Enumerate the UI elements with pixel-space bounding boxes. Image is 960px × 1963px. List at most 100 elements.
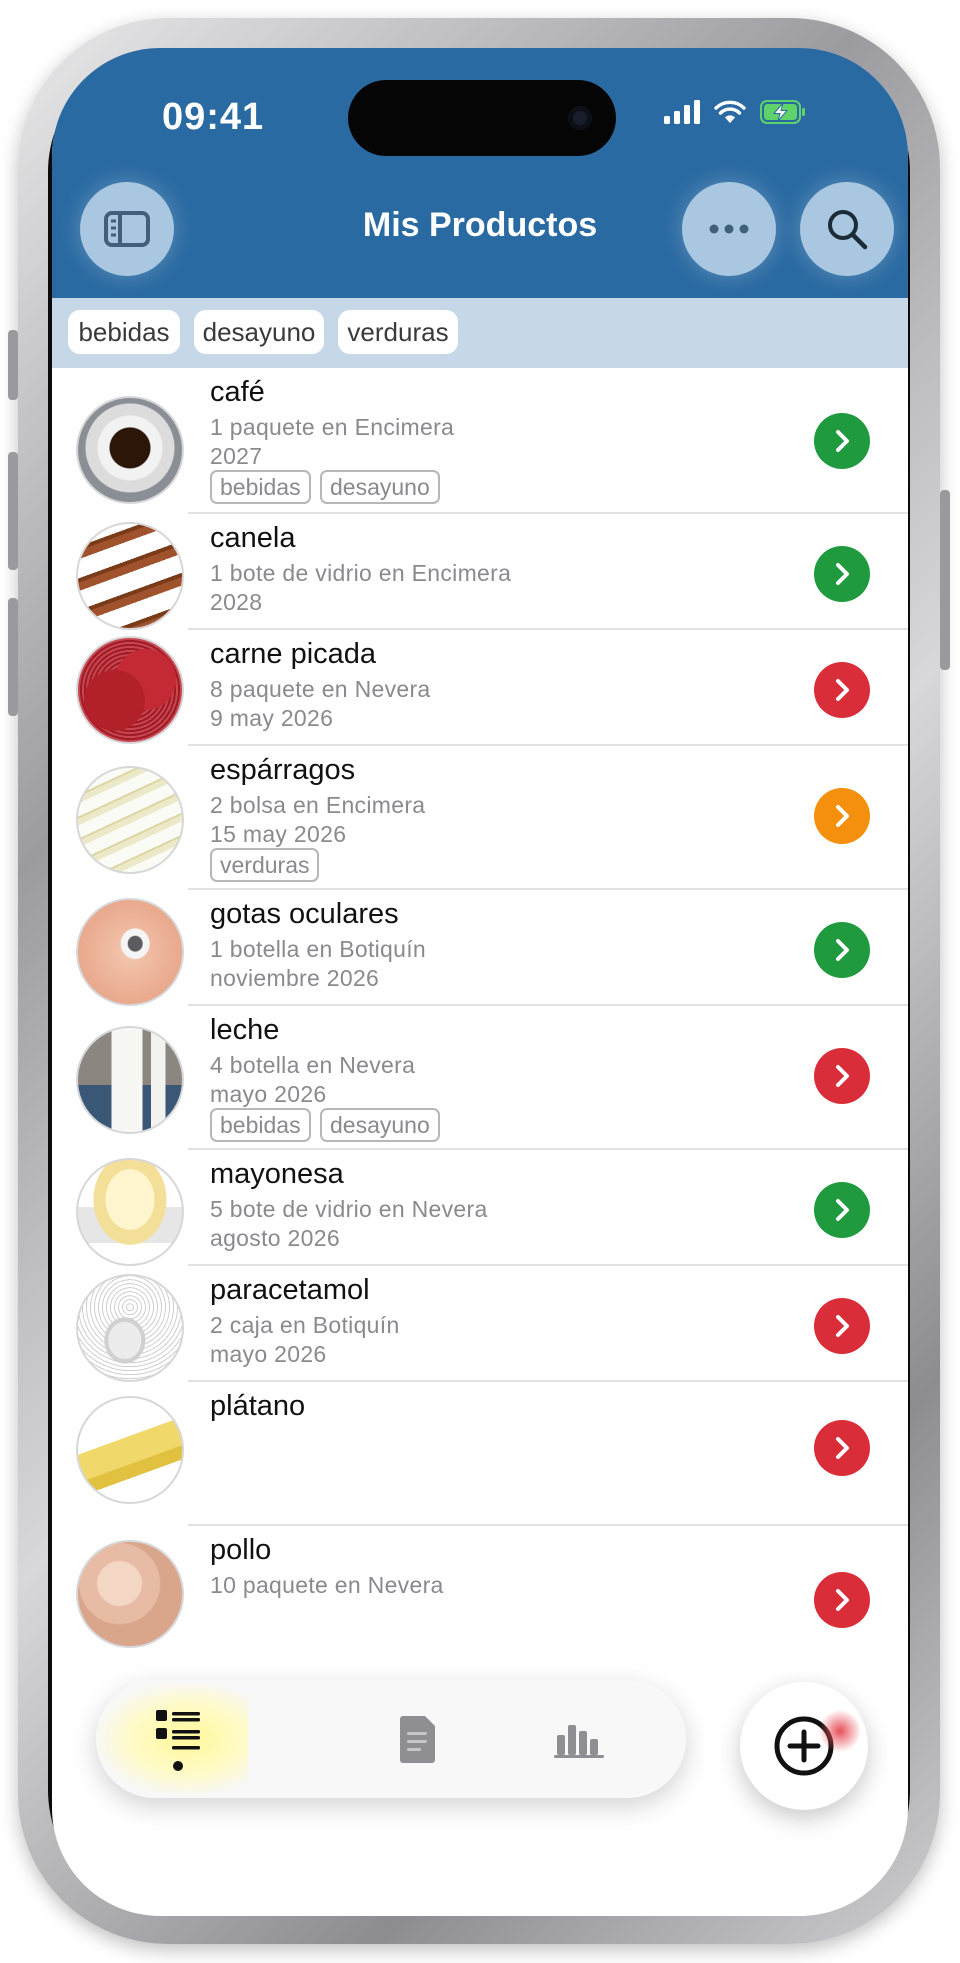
product-row-pollo[interactable]: pollo 10 paquete en Nevera (52, 1526, 908, 1648)
product-image-canela (76, 522, 184, 630)
list-icon (156, 1710, 200, 1771)
power-button (940, 490, 950, 670)
product-quantity-location: 1 botella en Botiquín (210, 936, 427, 962)
status-chevron-button[interactable] (814, 546, 870, 602)
status-chevron-button[interactable] (814, 662, 870, 718)
product-quantity-location: 4 botella en Nevera (210, 1052, 416, 1078)
volume-down-button (8, 598, 18, 716)
search-button[interactable] (800, 182, 894, 276)
product-name: pollo (210, 1534, 272, 1566)
product-image-carne-picada (76, 636, 184, 744)
app-screen: 09:41 Mis Productos bebidas desayuno ver… (52, 48, 908, 1916)
product-row-paracetamol[interactable]: paracetamol 2 caja en Botiquín mayo 2026 (52, 1266, 908, 1382)
product-expiry: agosto 2026 (210, 1225, 340, 1251)
chevron-right-icon (836, 430, 849, 452)
product-image-gotas-oculares (76, 898, 184, 1006)
product-quantity-location: 1 bote de vidrio en Encimera (210, 560, 512, 586)
product-quantity-location: 8 paquete en Nevera (210, 676, 431, 702)
more-options-button[interactable] (682, 182, 776, 276)
signal-icon (664, 100, 700, 124)
status-chevron-button[interactable] (814, 1298, 870, 1354)
chevron-right-icon (836, 1589, 849, 1611)
product-name: carne picada (210, 638, 377, 670)
product-name: paracetamol (210, 1274, 370, 1306)
tab-statistics[interactable] (550, 1712, 610, 1766)
product-quantity-location: 1 paquete en Encimera (210, 414, 455, 440)
product-image-esparragos (76, 766, 184, 874)
product-tag: bebidas (210, 1108, 311, 1142)
dynamic-island (348, 80, 616, 156)
status-chevron-button[interactable] (814, 788, 870, 844)
product-image-mayonesa (76, 1158, 184, 1266)
product-name: leche (210, 1014, 280, 1046)
product-image-pollo (76, 1540, 184, 1648)
chevron-right-icon (836, 563, 849, 585)
navigation-header: 09:41 Mis Productos (52, 48, 908, 298)
chevron-right-icon (836, 1315, 849, 1337)
status-chevron-button[interactable] (814, 1572, 870, 1628)
product-quantity-location: 5 bote de vidrio en Nevera (210, 1196, 488, 1222)
product-row-leche[interactable]: leche 4 botella en Nevera mayo 2026 bebi… (52, 1006, 908, 1150)
ellipsis-icon (709, 224, 749, 234)
product-quantity-location: 10 paquete en Nevera (210, 1572, 444, 1598)
status-chevron-button[interactable] (814, 1048, 870, 1104)
chevron-right-icon (836, 1437, 849, 1459)
product-row-mayonesa[interactable]: mayonesa 5 bote de vidrio en Nevera agos… (52, 1150, 908, 1266)
product-row-canela[interactable]: canela 1 bote de vidrio en Encimera 2028 (52, 514, 908, 630)
document-icon (400, 1716, 435, 1763)
status-chevron-button[interactable] (814, 1182, 870, 1238)
product-image-cafe (76, 396, 184, 504)
product-expiry: 2028 (210, 589, 263, 615)
product-expiry: mayo 2026 (210, 1081, 327, 1107)
status-chevron-button[interactable] (814, 922, 870, 978)
product-row-carne-picada[interactable]: carne picada 8 paquete en Nevera 9 may 2… (52, 630, 908, 746)
product-expiry: 9 may 2026 (210, 705, 334, 731)
product-image-paracetamol (76, 1274, 184, 1382)
bar-chart-icon (554, 1725, 604, 1758)
product-expiry: 2027 (210, 443, 263, 469)
chevron-right-icon (836, 1065, 849, 1087)
filter-chip-verduras[interactable]: verduras (338, 310, 458, 354)
search-icon (828, 210, 868, 250)
sidebar-icon (104, 211, 150, 247)
product-row-platano[interactable]: plátano (52, 1382, 908, 1526)
product-name: gotas oculares (210, 898, 399, 930)
tab-documents[interactable] (392, 1712, 442, 1766)
product-row-cafe[interactable]: café 1 paquete en Encimera 2027 bebidas … (52, 368, 908, 514)
chevron-right-icon (836, 1199, 849, 1221)
status-time: 09:41 (162, 96, 265, 138)
chevron-right-icon (836, 805, 849, 827)
sidebar-toggle-button[interactable] (80, 182, 174, 276)
filter-bar: bebidas desayuno verduras (52, 298, 908, 368)
tab-list[interactable] (148, 1706, 208, 1778)
volume-up-button (8, 452, 18, 570)
product-name: mayonesa (210, 1158, 344, 1190)
product-tag: bebidas (210, 470, 311, 504)
product-quantity-location: 2 bolsa en Encimera (210, 792, 426, 818)
product-name: canela (210, 522, 296, 554)
product-name: plátano (210, 1390, 306, 1422)
product-row-esparragos[interactable]: espárragos 2 bolsa en Encimera 15 may 20… (52, 746, 908, 890)
product-tag: verduras (210, 848, 320, 882)
filter-chip-bebidas[interactable]: bebidas (68, 310, 180, 354)
product-image-platano (76, 1396, 184, 1504)
product-tag: desayuno (320, 1108, 440, 1142)
fab-touch-highlight (820, 1708, 860, 1754)
product-quantity-location: 2 caja en Botiquín (210, 1312, 400, 1338)
product-name: café (210, 376, 265, 408)
mute-switch (8, 330, 18, 400)
product-name: espárragos (210, 754, 356, 786)
filter-chip-desayuno[interactable]: desayuno (194, 310, 324, 354)
status-icons (664, 100, 806, 124)
product-expiry: mayo 2026 (210, 1341, 327, 1367)
product-image-leche (76, 1026, 184, 1134)
battery-charging-icon (760, 100, 805, 124)
status-chevron-button[interactable] (814, 1420, 870, 1476)
product-tag: desayuno (320, 470, 440, 504)
product-row-gotas-oculares[interactable]: gotas oculares 1 botella en Botiquín nov… (52, 890, 908, 1006)
product-expiry: noviembre 2026 (210, 965, 380, 991)
chevron-right-icon (836, 679, 849, 701)
status-chevron-button[interactable] (814, 413, 870, 469)
wifi-icon (714, 100, 746, 123)
page-title: Mis Productos (362, 206, 598, 244)
